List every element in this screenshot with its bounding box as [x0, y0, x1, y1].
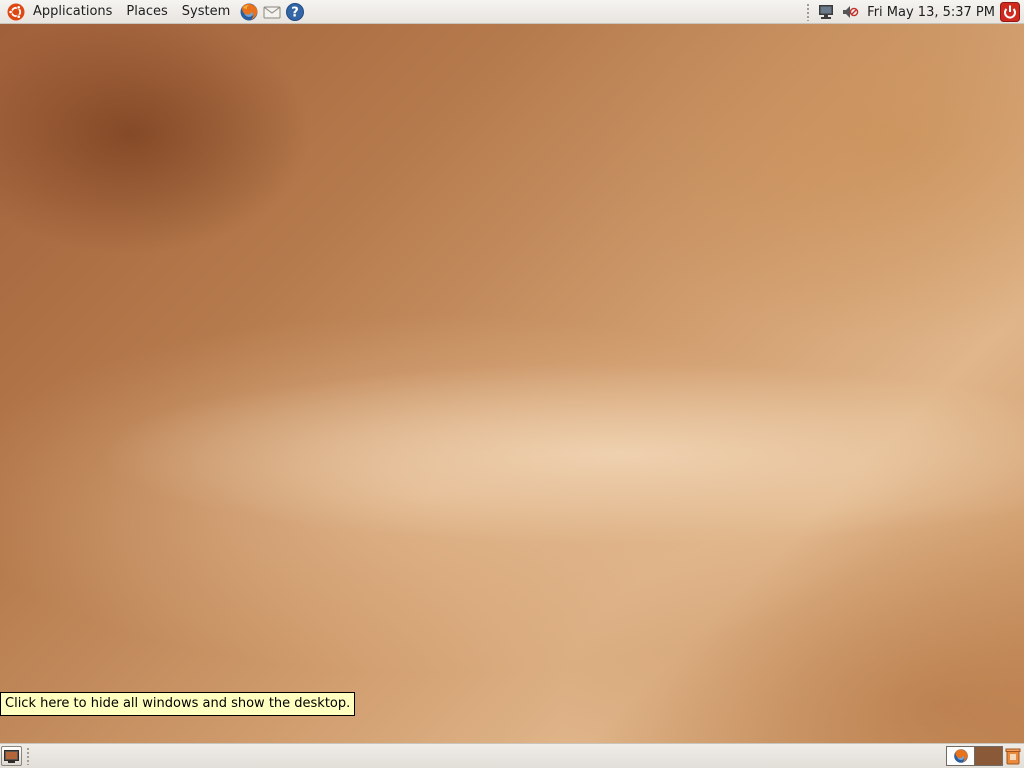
desktop-wallpaper[interactable] [0, 24, 1024, 743]
svg-text:?: ? [291, 5, 299, 20]
help-icon[interactable]: ? [284, 1, 306, 23]
panel-handle[interactable] [806, 3, 811, 21]
workspace-switcher [946, 746, 1003, 766]
screen: Applications Places System ? Fri May 13,… [0, 0, 1024, 768]
power-icon[interactable] [1000, 2, 1020, 22]
trash-icon[interactable] [1003, 746, 1023, 766]
show-desktop-tooltip: Click here to hide all windows and show … [0, 692, 356, 716]
volume-muted-icon[interactable] [840, 2, 860, 22]
mail-icon[interactable] [261, 1, 283, 23]
ubuntu-logo-icon[interactable] [6, 2, 26, 22]
firefox-icon[interactable] [238, 1, 260, 23]
top-panel-tray: Fri May 13, 5:37 PM [802, 0, 1024, 24]
firefox-icon [953, 749, 968, 763]
places-menu[interactable]: Places [119, 1, 174, 23]
clock[interactable]: Fri May 13, 5:37 PM [864, 5, 1000, 20]
show-desktop-button[interactable] [1, 746, 22, 766]
workspace-1[interactable] [947, 747, 975, 765]
applications-menu[interactable]: Applications [26, 1, 119, 23]
network-icon[interactable] [816, 2, 836, 22]
top-panel: Applications Places System ? Fri May 13,… [0, 0, 1024, 24]
system-menu[interactable]: System [175, 1, 237, 23]
workspace-2[interactable] [975, 747, 1002, 765]
panel-handle[interactable] [26, 747, 30, 765]
show-desktop-icon [4, 749, 19, 763]
bottom-panel [0, 743, 1024, 768]
